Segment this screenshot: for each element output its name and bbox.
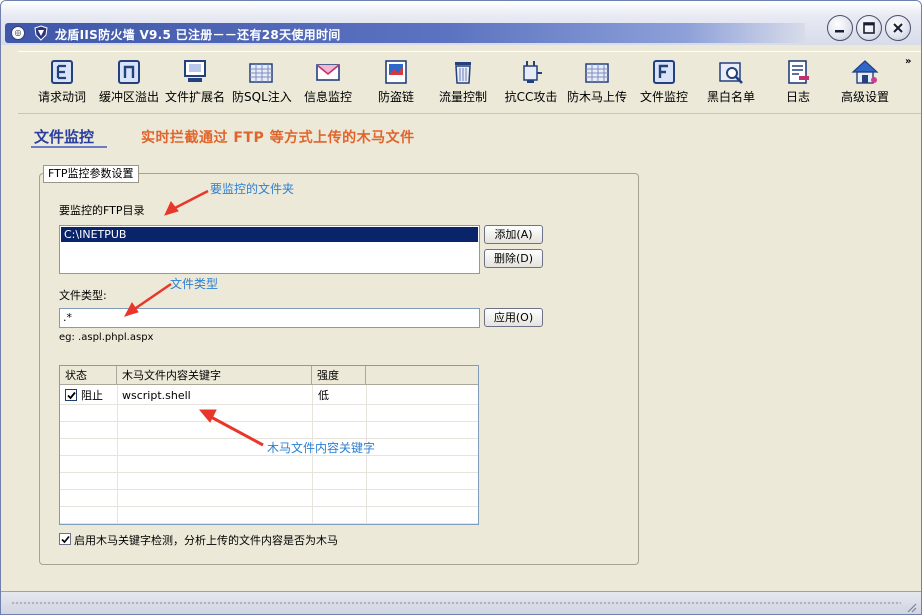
annotation-arrows xyxy=(123,189,264,447)
resize-grip-icon[interactable] xyxy=(905,601,917,613)
status-bar-texture xyxy=(11,601,901,605)
app-window: ◎ 龙盾IIS防火墙 V9.5 已注册－－还有28天使用时间 请求动词 缓冲区溢… xyxy=(0,0,922,615)
annotation-folder: 要监控的文件夹 xyxy=(210,182,295,196)
annotation-filetype: 文件类型 xyxy=(170,277,219,291)
annotation-keyword: 木马文件内容关键字 xyxy=(267,441,376,455)
